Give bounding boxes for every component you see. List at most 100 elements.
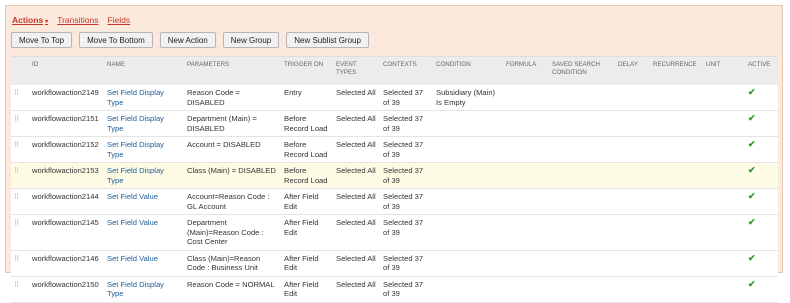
header-drag [11, 57, 29, 85]
row-delay [615, 110, 650, 137]
table-row[interactable]: ⠿ workflowaction2144 Set Field Value Acc… [11, 188, 778, 215]
header-parameters[interactable]: PARAMETERS [184, 57, 281, 85]
row-delay [615, 188, 650, 215]
row-name-link[interactable]: Set Field Display Type [104, 136, 184, 163]
row-saved-search [549, 276, 615, 303]
row-name-link[interactable]: Set Field Display Type [104, 162, 184, 189]
row-contexts: Selected 37 of 39 [380, 85, 433, 111]
row-parameters: Reason Code = NORMAL [184, 276, 281, 303]
table-row[interactable]: ⠿ workflowaction2153 Set Field Display T… [11, 162, 778, 189]
header-trigger-on[interactable]: TRIGGER ON [281, 57, 333, 85]
header-contexts[interactable]: CONTEXTS [380, 57, 433, 85]
header-saved-search-condition[interactable]: SAVED SEARCH CONDITION [549, 57, 615, 85]
move-to-top-button[interactable]: Move To Top [11, 32, 73, 48]
drag-handle-icon[interactable]: ⠿ [11, 110, 29, 137]
row-condition: Subsidiary (Main) Is Empty [433, 85, 503, 111]
row-recurrence [650, 110, 703, 137]
checkmark-icon: ✔ [748, 113, 756, 123]
table-row[interactable]: ⠿ workflowaction2151 Set Field Display T… [11, 110, 778, 137]
drag-handle-icon[interactable]: ⠿ [11, 188, 29, 215]
row-delay [615, 162, 650, 189]
row-name-link[interactable]: Set Field Display Type [104, 85, 184, 111]
header-id[interactable]: ID [29, 57, 104, 85]
row-id: workflowaction2152 [29, 136, 104, 163]
row-formula [503, 85, 549, 111]
row-name-link[interactable]: Set Field Value [104, 214, 184, 251]
row-name-link[interactable]: Set Field Display Type [104, 110, 184, 137]
row-contexts: Selected 37 of 39 [380, 214, 433, 251]
row-active[interactable]: ✔ [745, 110, 778, 137]
row-contexts: Selected 37 of 39 [380, 110, 433, 137]
header-formula[interactable]: FORMULA [503, 57, 549, 85]
drag-handle-icon[interactable]: ⠿ [11, 276, 29, 303]
row-trigger-on: Entry [281, 85, 333, 111]
row-trigger-on: Before Record Load [281, 136, 333, 163]
row-unit [703, 162, 745, 189]
row-trigger-on: After Field Edit [281, 188, 333, 215]
row-name-link[interactable]: Set Field Value [104, 250, 184, 277]
row-contexts: Selected 37 of 39 [380, 250, 433, 277]
row-active[interactable]: ✔ [745, 188, 778, 215]
row-saved-search [549, 136, 615, 163]
row-name-link[interactable]: Set Field Display Type [104, 276, 184, 303]
tab-fields[interactable]: Fields [107, 15, 130, 25]
drag-handle-icon[interactable]: ⠿ [11, 85, 29, 111]
header-delay[interactable]: DELAY [615, 57, 650, 85]
row-parameters: Department (Main)=Reason Code : Cost Cen… [184, 214, 281, 251]
row-trigger-on: After Field Edit [281, 276, 333, 303]
row-event-types: Selected All [333, 136, 380, 163]
tab-transitions[interactable]: Transitions [57, 15, 98, 25]
table-row[interactable]: ⠿ workflowaction2150 Set Field Display T… [11, 276, 778, 303]
new-action-button[interactable]: New Action [159, 32, 216, 48]
row-formula [503, 162, 549, 189]
table-row[interactable]: ⠿ workflowaction2149 Set Field Display T… [11, 85, 778, 111]
row-saved-search [549, 214, 615, 251]
table-row[interactable]: ⠿ workflowaction2152 Set Field Display T… [11, 136, 778, 163]
drag-handle-icon[interactable]: ⠿ [11, 136, 29, 163]
row-active[interactable]: ✔ [745, 136, 778, 163]
row-condition [433, 276, 503, 303]
row-delay [615, 85, 650, 111]
row-active[interactable]: ✔ [745, 276, 778, 303]
row-recurrence [650, 188, 703, 215]
row-id: workflowaction2145 [29, 214, 104, 251]
row-active[interactable]: ✔ [745, 250, 778, 277]
table-row[interactable]: ⠿ workflowaction2145 Set Field Value Dep… [11, 214, 778, 251]
row-recurrence [650, 276, 703, 303]
new-group-button[interactable]: New Group [222, 32, 280, 48]
row-contexts: Selected 37 of 39 [380, 136, 433, 163]
move-to-bottom-button[interactable]: Move To Bottom [79, 32, 153, 48]
row-event-types: Selected All [333, 85, 380, 111]
workflow-sublist-panel: Actions ▾ Transitions Fields Move To Top … [5, 5, 783, 303]
header-unit[interactable]: UNIT [703, 57, 745, 85]
row-active[interactable]: ✔ [745, 85, 778, 111]
row-trigger-on: After Field Edit [281, 214, 333, 251]
header-active[interactable]: ACTIVE [745, 57, 778, 85]
row-active[interactable]: ✔ [745, 162, 778, 189]
row-condition [433, 188, 503, 215]
header-name[interactable]: NAME [104, 57, 184, 85]
drag-handle-icon[interactable]: ⠿ [11, 162, 29, 189]
header-event-types[interactable]: EVENT TYPES [333, 57, 380, 85]
row-formula [503, 250, 549, 277]
header-recurrence[interactable]: RECURRENCE [650, 57, 703, 85]
action-button-bar: Move To Top Move To Bottom New Action Ne… [11, 32, 369, 48]
row-event-types: Selected All [333, 188, 380, 215]
drag-handle-icon[interactable]: ⠿ [11, 214, 29, 251]
row-name-link[interactable]: Set Field Value [104, 188, 184, 215]
row-condition [433, 162, 503, 189]
table-row[interactable]: ⠿ workflowaction2146 Set Field Value Cla… [11, 250, 778, 277]
tab-actions[interactable]: Actions ▾ [12, 15, 48, 25]
actions-table: ID NAME PARAMETERS TRIGGER ON EVENT TYPE… [11, 56, 778, 303]
row-active[interactable]: ✔ [745, 214, 778, 251]
row-recurrence [650, 162, 703, 189]
header-condition[interactable]: CONDITION [433, 57, 503, 85]
row-event-types: Selected All [333, 214, 380, 251]
row-formula [503, 188, 549, 215]
drag-handle-icon[interactable]: ⠿ [11, 250, 29, 277]
row-event-types: Selected All [333, 110, 380, 137]
row-formula [503, 276, 549, 303]
sublist-tabs: Actions ▾ Transitions Fields [12, 13, 130, 27]
row-recurrence [650, 250, 703, 277]
new-sublist-group-button[interactable]: New Sublist Group [286, 32, 369, 48]
